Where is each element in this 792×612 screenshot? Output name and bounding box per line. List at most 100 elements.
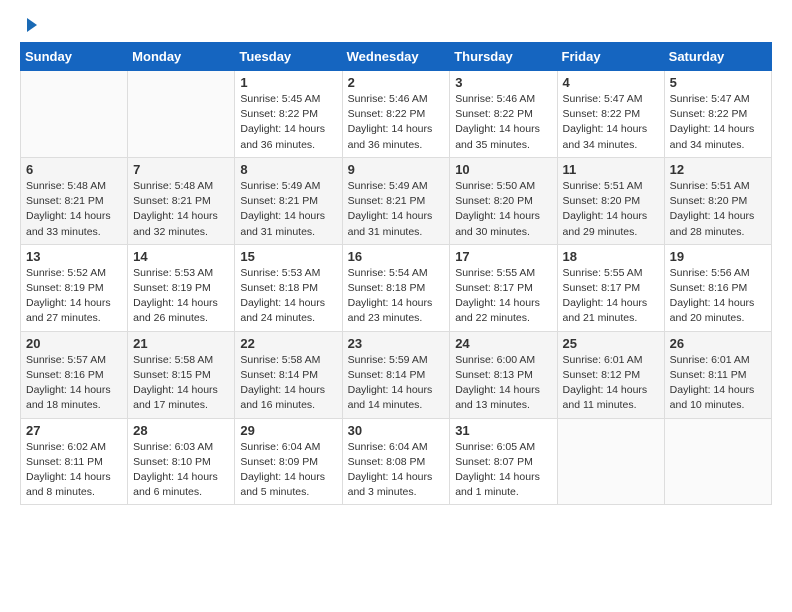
sunrise: Sunrise: 5:46 AM bbox=[455, 93, 535, 105]
calendar-cell: 20 Sunrise: 5:57 AM Sunset: 8:16 PM Dayl… bbox=[21, 331, 128, 418]
sunrise: Sunrise: 5:53 AM bbox=[133, 267, 213, 279]
daylight: Daylight: 14 hours and 36 minutes. bbox=[348, 123, 433, 150]
sunrise: Sunrise: 5:46 AM bbox=[348, 93, 428, 105]
calendar-cell: 30 Sunrise: 6:04 AM Sunset: 8:08 PM Dayl… bbox=[342, 418, 450, 505]
day-number: 17 bbox=[455, 249, 551, 264]
day-number: 2 bbox=[348, 75, 445, 90]
day-number: 25 bbox=[563, 336, 659, 351]
day-info: Sunrise: 6:01 AM Sunset: 8:11 PM Dayligh… bbox=[670, 353, 766, 414]
calendar-cell: 5 Sunrise: 5:47 AM Sunset: 8:22 PM Dayli… bbox=[664, 71, 771, 158]
day-number: 30 bbox=[348, 423, 445, 438]
sunset: Sunset: 8:22 PM bbox=[455, 108, 533, 120]
sunrise: Sunrise: 5:54 AM bbox=[348, 267, 428, 279]
sunset: Sunset: 8:11 PM bbox=[26, 456, 103, 468]
daylight: Daylight: 14 hours and 1 minute. bbox=[455, 471, 540, 498]
day-number: 19 bbox=[670, 249, 766, 264]
day-info: Sunrise: 5:47 AM Sunset: 8:22 PM Dayligh… bbox=[563, 92, 659, 153]
daylight: Daylight: 14 hours and 8 minutes. bbox=[26, 471, 111, 498]
sunrise: Sunrise: 5:48 AM bbox=[133, 180, 213, 192]
day-number: 29 bbox=[240, 423, 336, 438]
daylight: Daylight: 14 hours and 32 minutes. bbox=[133, 210, 218, 237]
day-number: 7 bbox=[133, 162, 229, 177]
day-info: Sunrise: 5:48 AM Sunset: 8:21 PM Dayligh… bbox=[26, 179, 122, 240]
day-number: 5 bbox=[670, 75, 766, 90]
day-info: Sunrise: 5:49 AM Sunset: 8:21 PM Dayligh… bbox=[348, 179, 445, 240]
daylight: Daylight: 14 hours and 29 minutes. bbox=[563, 210, 648, 237]
calendar-cell: 10 Sunrise: 5:50 AM Sunset: 8:20 PM Dayl… bbox=[450, 157, 557, 244]
calendar: SundayMondayTuesdayWednesdayThursdayFrid… bbox=[20, 42, 772, 505]
sunset: Sunset: 8:13 PM bbox=[455, 369, 533, 381]
calendar-cell: 12 Sunrise: 5:51 AM Sunset: 8:20 PM Dayl… bbox=[664, 157, 771, 244]
day-info: Sunrise: 6:01 AM Sunset: 8:12 PM Dayligh… bbox=[563, 353, 659, 414]
sunrise: Sunrise: 5:59 AM bbox=[348, 354, 428, 366]
daylight: Daylight: 14 hours and 20 minutes. bbox=[670, 297, 755, 324]
day-info: Sunrise: 5:55 AM Sunset: 8:17 PM Dayligh… bbox=[455, 266, 551, 327]
day-number: 24 bbox=[455, 336, 551, 351]
calendar-cell: 13 Sunrise: 5:52 AM Sunset: 8:19 PM Dayl… bbox=[21, 244, 128, 331]
day-info: Sunrise: 5:49 AM Sunset: 8:21 PM Dayligh… bbox=[240, 179, 336, 240]
sunrise: Sunrise: 5:48 AM bbox=[26, 180, 106, 192]
sunset: Sunset: 8:21 PM bbox=[240, 195, 318, 207]
calendar-cell: 24 Sunrise: 6:00 AM Sunset: 8:13 PM Dayl… bbox=[450, 331, 557, 418]
calendar-cell: 27 Sunrise: 6:02 AM Sunset: 8:11 PM Dayl… bbox=[21, 418, 128, 505]
calendar-cell bbox=[664, 418, 771, 505]
day-number: 1 bbox=[240, 75, 336, 90]
header-day-friday: Friday bbox=[557, 43, 664, 71]
calendar-week-row: 13 Sunrise: 5:52 AM Sunset: 8:19 PM Dayl… bbox=[21, 244, 772, 331]
calendar-header-row: SundayMondayTuesdayWednesdayThursdayFrid… bbox=[21, 43, 772, 71]
calendar-cell: 9 Sunrise: 5:49 AM Sunset: 8:21 PM Dayli… bbox=[342, 157, 450, 244]
daylight: Daylight: 14 hours and 17 minutes. bbox=[133, 384, 218, 411]
sunrise: Sunrise: 5:47 AM bbox=[563, 93, 643, 105]
sunset: Sunset: 8:18 PM bbox=[348, 282, 426, 294]
day-number: 4 bbox=[563, 75, 659, 90]
sunset: Sunset: 8:21 PM bbox=[348, 195, 426, 207]
sunrise: Sunrise: 5:49 AM bbox=[240, 180, 320, 192]
calendar-week-row: 1 Sunrise: 5:45 AM Sunset: 8:22 PM Dayli… bbox=[21, 71, 772, 158]
header-day-thursday: Thursday bbox=[450, 43, 557, 71]
sunrise: Sunrise: 5:58 AM bbox=[240, 354, 320, 366]
sunset: Sunset: 8:22 PM bbox=[240, 108, 318, 120]
daylight: Daylight: 14 hours and 30 minutes. bbox=[455, 210, 540, 237]
sunset: Sunset: 8:20 PM bbox=[563, 195, 641, 207]
daylight: Daylight: 14 hours and 27 minutes. bbox=[26, 297, 111, 324]
calendar-cell bbox=[557, 418, 664, 505]
calendar-cell: 2 Sunrise: 5:46 AM Sunset: 8:22 PM Dayli… bbox=[342, 71, 450, 158]
day-number: 20 bbox=[26, 336, 122, 351]
day-number: 10 bbox=[455, 162, 551, 177]
day-number: 23 bbox=[348, 336, 445, 351]
day-info: Sunrise: 6:04 AM Sunset: 8:09 PM Dayligh… bbox=[240, 440, 336, 501]
day-info: Sunrise: 5:54 AM Sunset: 8:18 PM Dayligh… bbox=[348, 266, 445, 327]
sunrise: Sunrise: 5:53 AM bbox=[240, 267, 320, 279]
day-info: Sunrise: 5:59 AM Sunset: 8:14 PM Dayligh… bbox=[348, 353, 445, 414]
calendar-cell: 7 Sunrise: 5:48 AM Sunset: 8:21 PM Dayli… bbox=[128, 157, 235, 244]
calendar-cell: 16 Sunrise: 5:54 AM Sunset: 8:18 PM Dayl… bbox=[342, 244, 450, 331]
day-info: Sunrise: 6:02 AM Sunset: 8:11 PM Dayligh… bbox=[26, 440, 122, 501]
daylight: Daylight: 14 hours and 36 minutes. bbox=[240, 123, 325, 150]
sunset: Sunset: 8:11 PM bbox=[670, 369, 747, 381]
day-number: 12 bbox=[670, 162, 766, 177]
sunrise: Sunrise: 6:01 AM bbox=[670, 354, 750, 366]
calendar-cell: 6 Sunrise: 5:48 AM Sunset: 8:21 PM Dayli… bbox=[21, 157, 128, 244]
day-info: Sunrise: 6:04 AM Sunset: 8:08 PM Dayligh… bbox=[348, 440, 445, 501]
day-info: Sunrise: 5:46 AM Sunset: 8:22 PM Dayligh… bbox=[348, 92, 445, 153]
sunrise: Sunrise: 5:51 AM bbox=[563, 180, 643, 192]
day-number: 26 bbox=[670, 336, 766, 351]
sunrise: Sunrise: 6:00 AM bbox=[455, 354, 535, 366]
day-number: 6 bbox=[26, 162, 122, 177]
calendar-cell: 3 Sunrise: 5:46 AM Sunset: 8:22 PM Dayli… bbox=[450, 71, 557, 158]
daylight: Daylight: 14 hours and 31 minutes. bbox=[348, 210, 433, 237]
sunset: Sunset: 8:20 PM bbox=[455, 195, 533, 207]
sunrise: Sunrise: 6:04 AM bbox=[348, 441, 428, 453]
daylight: Daylight: 14 hours and 16 minutes. bbox=[240, 384, 325, 411]
day-number: 15 bbox=[240, 249, 336, 264]
day-info: Sunrise: 5:47 AM Sunset: 8:22 PM Dayligh… bbox=[670, 92, 766, 153]
day-number: 16 bbox=[348, 249, 445, 264]
daylight: Daylight: 14 hours and 10 minutes. bbox=[670, 384, 755, 411]
day-info: Sunrise: 5:51 AM Sunset: 8:20 PM Dayligh… bbox=[670, 179, 766, 240]
calendar-cell: 26 Sunrise: 6:01 AM Sunset: 8:11 PM Dayl… bbox=[664, 331, 771, 418]
calendar-week-row: 20 Sunrise: 5:57 AM Sunset: 8:16 PM Dayl… bbox=[21, 331, 772, 418]
header bbox=[20, 16, 772, 32]
header-day-wednesday: Wednesday bbox=[342, 43, 450, 71]
sunset: Sunset: 8:17 PM bbox=[455, 282, 533, 294]
daylight: Daylight: 14 hours and 26 minutes. bbox=[133, 297, 218, 324]
